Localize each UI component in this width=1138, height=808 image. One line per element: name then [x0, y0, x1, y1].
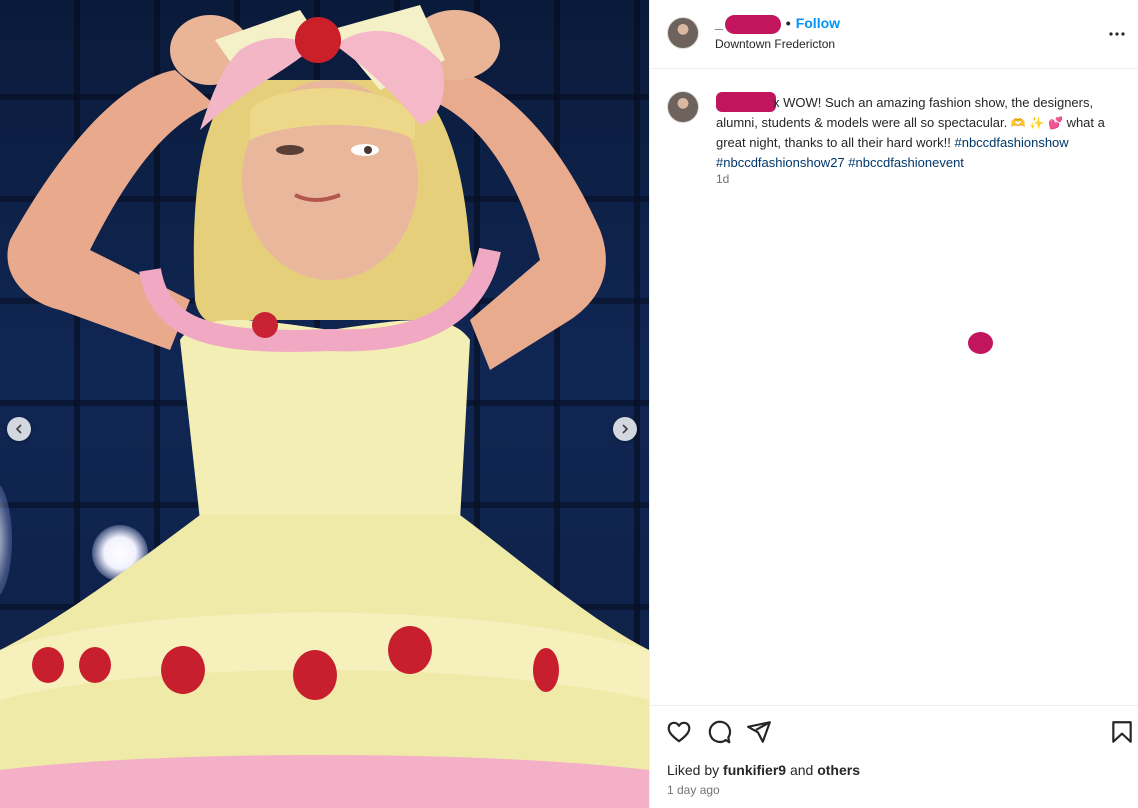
more-horizontal-icon: [1109, 32, 1125, 36]
likes-others-link[interactable]: others: [817, 762, 860, 778]
sparkles-emoji: ✨: [1029, 116, 1045, 130]
comment-icon[interactable]: [706, 719, 732, 745]
likes-summary: Liked by funkifier9 and others: [667, 762, 860, 778]
redacted-caption-username: [716, 92, 776, 112]
chevron-right-icon: [622, 424, 628, 434]
likes-and: and: [789, 762, 814, 778]
next-image-button[interactable]: [613, 417, 637, 441]
author-name-row: _ • Follow: [715, 15, 840, 34]
caption-timestamp[interactable]: 1d: [716, 172, 729, 186]
caption-text: x WOW! Such an amazing fashion show, the…: [716, 92, 1136, 173]
post-actions: Liked by funkifier9 and others 1 day ago: [650, 705, 1138, 808]
two-hearts-emoji: 💕: [1047, 116, 1063, 130]
author-avatar[interactable]: [667, 17, 699, 49]
post-timestamp: 1 day ago: [667, 783, 720, 797]
post-side-panel: _ • Follow Downtown Fredericton x WOW! Suc…: [649, 0, 1138, 808]
post-image[interactable]: [0, 0, 649, 808]
post-header: _ • Follow Downtown Fredericton: [650, 0, 1138, 69]
separator-dot: •: [785, 15, 791, 32]
send-icon[interactable]: [746, 719, 772, 745]
hashtag-link[interactable]: #nbccdfashionshow27: [716, 155, 845, 170]
hands-heart-emoji: 🫶: [1010, 116, 1026, 130]
author-username-prefix[interactable]: _: [715, 15, 723, 31]
model-illustration: [0, 5, 649, 808]
previous-image-button[interactable]: [7, 417, 31, 441]
caption-author-avatar[interactable]: [667, 91, 699, 123]
more-options-button[interactable]: [1105, 22, 1129, 46]
likes-prefix: Liked by: [667, 762, 720, 778]
redaction-mark: [968, 332, 993, 354]
chevron-left-icon: [16, 424, 22, 434]
follow-button[interactable]: Follow: [796, 15, 840, 31]
liker-username[interactable]: funkifier9: [723, 762, 786, 778]
hashtag-link[interactable]: #nbccdfashionevent: [848, 155, 964, 170]
bookmark-icon[interactable]: [1109, 719, 1135, 745]
hashtag-link[interactable]: #nbccdfashionshow: [954, 135, 1068, 150]
post-location[interactable]: Downtown Fredericton: [715, 37, 835, 51]
heart-icon[interactable]: [666, 719, 692, 745]
redacted-username: [724, 15, 781, 34]
